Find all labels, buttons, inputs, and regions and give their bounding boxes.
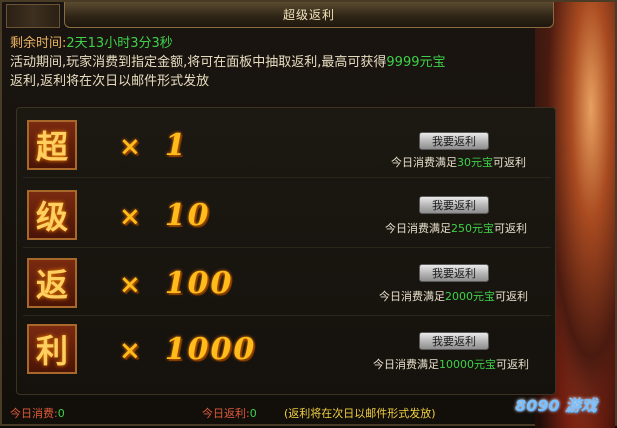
title-bar: 超级返利 [64, 2, 554, 28]
title-char-tile: 利 [27, 324, 77, 374]
rebate-condition: 今日消费满足2000元宝可返利 [379, 290, 528, 303]
max-rebate-amount: 9999元宝 [386, 55, 446, 70]
remaining-time-label: 剩余时间: [10, 36, 67, 51]
claim-rebate-button[interactable]: 我要返利 [419, 264, 489, 282]
multiplier: × 1000 [119, 332, 257, 367]
multiplier: × 100 [119, 266, 234, 301]
rebate-window: 超级返利 剩余时间:2天13小时3分3秒 活动期间,玩家消费到指定金额,将可在面… [0, 0, 617, 428]
multiplier: × 10 [119, 198, 211, 233]
title-char-tile: 超 [27, 120, 77, 170]
title-char-tile: 返 [27, 258, 77, 308]
multiplier-value: 10 [164, 198, 211, 233]
rebate-condition: 今日消费满足30元宝可返利 [391, 156, 526, 169]
site-logo: 8090 游戏 [514, 396, 598, 415]
today-rebate: 今日返利:0 [202, 407, 257, 420]
activity-description: 活动期间,玩家消费到指定金额,将可在面板中抽取返利,最高可获得9999元宝 [10, 53, 550, 72]
rebate-condition: 今日消费满足250元宝可返利 [385, 222, 527, 235]
multiplier-value: 1000 [164, 332, 257, 367]
description-text: 活动期间,玩家消费到指定金额,将可在面板中抽取返利,最高可获得 [10, 55, 387, 70]
multiplier-value: 1 [164, 128, 188, 163]
rebate-panel: 超 × 1 我要返利 今日消费满足30元宝可返利 级 × 10 我要返利 今日消费满… [16, 107, 556, 395]
claim-rebate-button[interactable]: 我要返利 [419, 196, 489, 214]
multiplier-value: 100 [164, 266, 234, 301]
rebate-condition: 今日消费满足10000元宝可返利 [373, 358, 529, 371]
multiplier: × 1 [119, 128, 188, 163]
corner-ornament-left [6, 4, 60, 28]
window-title: 超级返利 [282, 8, 335, 22]
rebate-row: 级 × 10 我要返利 今日消费满足250元宝可返利 [23, 184, 551, 248]
footer: 今日消费:0 今日返利:0 (返利将在次日以邮件形式发放) [2, 402, 562, 424]
description-line2: 返利,返利将在次日以邮件形式发放 [10, 74, 210, 89]
activity-info: 剩余时间:2天13小时3分3秒 活动期间,玩家消费到指定金额,将可在面板中抽取返… [10, 34, 550, 91]
today-spent: 今日消费:0 [10, 407, 65, 420]
remaining-time: 剩余时间:2天13小时3分3秒 [10, 34, 550, 53]
remaining-time-value: 2天13小时3分3秒 [66, 36, 173, 51]
rebate-row: 返 × 100 我要返利 今日消费满足2000元宝可返利 [23, 252, 551, 316]
footer-note: (返利将在次日以邮件形式发放) [284, 407, 436, 420]
claim-rebate-button[interactable]: 我要返利 [419, 132, 489, 150]
rebate-row: 利 × 1000 我要返利 今日消费满足10000元宝可返利 [23, 318, 551, 382]
claim-rebate-button[interactable]: 我要返利 [419, 332, 489, 350]
rebate-row: 超 × 1 我要返利 今日消费满足30元宝可返利 [23, 114, 551, 178]
title-char-tile: 级 [27, 190, 77, 240]
